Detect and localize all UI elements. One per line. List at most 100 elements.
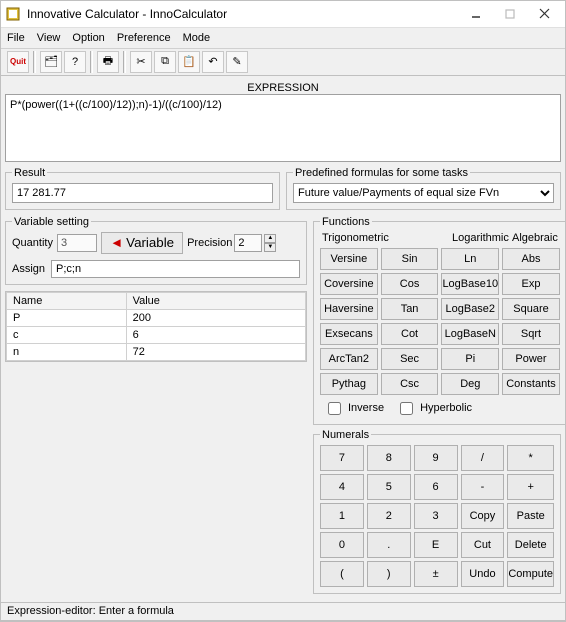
func-ln-button[interactable]: Ln [441, 248, 499, 270]
quantity-label: Quantity [12, 237, 53, 249]
col-trig-label: Trigonometric [322, 232, 452, 244]
num-9-button[interactable]: 9 [414, 445, 458, 471]
copy-icon[interactable]: ⧉ [154, 51, 176, 73]
num-sym-button[interactable]: ( [320, 561, 364, 587]
func-constants-button[interactable]: Constants [502, 373, 560, 395]
func-sqrt-button[interactable]: Sqrt [502, 323, 560, 345]
num-delete-button[interactable]: Delete [507, 532, 554, 558]
num-8-button[interactable]: 8 [367, 445, 411, 471]
func-arctan2-button[interactable]: ArcTan2 [320, 348, 378, 370]
precision-down-button[interactable]: ▼ [264, 243, 276, 252]
func-exsecans-button[interactable]: Exsecans [320, 323, 378, 345]
num-3-button[interactable]: 3 [414, 503, 458, 529]
func-exp-button[interactable]: Exp [502, 273, 560, 295]
predef-group: Predefined formulas for some tasks Futur… [286, 167, 561, 210]
expression-label: EXPRESSION [5, 80, 561, 94]
quantity-input[interactable] [57, 234, 97, 252]
explorer-icon[interactable]: 🗂 [40, 51, 62, 73]
func-sin-button[interactable]: Sin [381, 248, 439, 270]
variable-table: Name Value P200 c6 n72 [5, 291, 307, 362]
func-tan-button[interactable]: Tan [381, 298, 439, 320]
num-2-button[interactable]: 2 [367, 503, 411, 529]
func-sec-button[interactable]: Sec [381, 348, 439, 370]
print-icon[interactable]: 🖶 [97, 51, 119, 73]
minimize-button[interactable] [459, 2, 493, 26]
hyperbolic-checkbox[interactable]: Hyperbolic [396, 399, 472, 418]
func-square-button[interactable]: Square [502, 298, 560, 320]
func-logbase2-button[interactable]: LogBase2 [441, 298, 499, 320]
assign-label: Assign [12, 263, 45, 275]
menu-mode[interactable]: Mode [183, 32, 211, 44]
num-4-button[interactable]: 4 [320, 474, 364, 500]
numerals-group: Numerals 789/* 456-+123CopyPaste 0.ECutDel… [313, 429, 561, 594]
num-sym-button[interactable]: . [367, 532, 411, 558]
num-5-button[interactable]: 5 [367, 474, 411, 500]
func-logbase10-button[interactable]: LogBase10 [441, 273, 499, 295]
func-power-button[interactable]: Power [502, 348, 560, 370]
table-header-name[interactable]: Name [7, 292, 127, 309]
num-sym-button[interactable]: ± [414, 561, 458, 587]
table-row[interactable]: P200 [7, 309, 306, 326]
cut-icon[interactable]: ✂ [130, 51, 152, 73]
menu-view[interactable]: View [37, 32, 61, 44]
num-0-button[interactable]: 0 [320, 532, 364, 558]
variable-button[interactable]: ◄Variable [101, 232, 183, 254]
num-sym-button[interactable]: - [461, 474, 505, 500]
assign-input[interactable] [51, 260, 300, 278]
expression-input[interactable] [5, 94, 561, 162]
menu-preference[interactable]: Preference [117, 32, 171, 44]
result-legend: Result [12, 167, 47, 179]
func-coversine-button[interactable]: Coversine [320, 273, 378, 295]
num-sym-button[interactable]: + [507, 474, 554, 500]
table-row[interactable]: c6 [7, 326, 306, 343]
num-cut-button[interactable]: Cut [461, 532, 505, 558]
func-versine-button[interactable]: Versine [320, 248, 378, 270]
quit-button[interactable]: Quit [7, 51, 29, 73]
num-sym-button[interactable]: / [461, 445, 505, 471]
func-csc-button[interactable]: Csc [381, 373, 439, 395]
num-1-button[interactable]: 1 [320, 503, 364, 529]
func-pi-button[interactable]: Pi [441, 348, 499, 370]
inverse-checkbox[interactable]: Inverse [324, 399, 384, 418]
undo-icon[interactable]: ↶ [202, 51, 224, 73]
maximize-button[interactable] [493, 2, 527, 26]
result-output[interactable] [12, 183, 273, 203]
col-alg-label: Algebraic [512, 232, 558, 244]
num-7-button[interactable]: 7 [320, 445, 364, 471]
num-sym-button[interactable]: ) [367, 561, 411, 587]
content-area: EXPRESSION Result Predefined formulas fo… [1, 76, 565, 602]
precision-input[interactable] [234, 234, 262, 252]
statusbar: Expression-editor: Enter a formula [1, 602, 565, 621]
paste-icon[interactable]: 📋 [178, 51, 200, 73]
num-paste-button[interactable]: Paste [507, 503, 554, 529]
menu-file[interactable]: File [7, 32, 25, 44]
menu-option[interactable]: Option [72, 32, 104, 44]
num-copy-button[interactable]: Copy [461, 503, 505, 529]
num-sym-button[interactable]: * [507, 445, 554, 471]
arrow-left-icon: ◄ [110, 235, 123, 250]
status-text: Expression-editor: Enter a formula [7, 605, 174, 617]
num-e-button[interactable]: E [414, 532, 458, 558]
predef-select[interactable]: Future value/Payments of equal size FVn [293, 183, 554, 203]
func-haversine-button[interactable]: Haversine [320, 298, 378, 320]
precision-up-button[interactable]: ▲ [264, 234, 276, 243]
wand-icon[interactable]: ✎ [226, 51, 248, 73]
num-compute-button[interactable]: Compute [507, 561, 554, 587]
func-logbasen-button[interactable]: LogBaseN [441, 323, 499, 345]
table-header-value[interactable]: Value [126, 292, 305, 309]
help-icon[interactable]: ? [64, 51, 86, 73]
titlebar: Innovative Calculator - InnoCalculator [1, 1, 565, 28]
func-pythag-button[interactable]: Pythag [320, 373, 378, 395]
func-cos-button[interactable]: Cos [381, 273, 439, 295]
func-cot-button[interactable]: Cot [381, 323, 439, 345]
functions-legend: Functions [320, 216, 372, 228]
num-undo-button[interactable]: Undo [461, 561, 505, 587]
close-button[interactable] [527, 2, 561, 26]
table-row[interactable]: n72 [7, 343, 306, 360]
functions-group: Functions Trigonometric Logarithmic Alge… [313, 216, 566, 425]
func-abs-button[interactable]: Abs [502, 248, 560, 270]
menubar: File View Option Preference Mode [1, 28, 565, 49]
num-6-button[interactable]: 6 [414, 474, 458, 500]
func-deg-button[interactable]: Deg [441, 373, 499, 395]
numerals-legend: Numerals [320, 429, 371, 441]
